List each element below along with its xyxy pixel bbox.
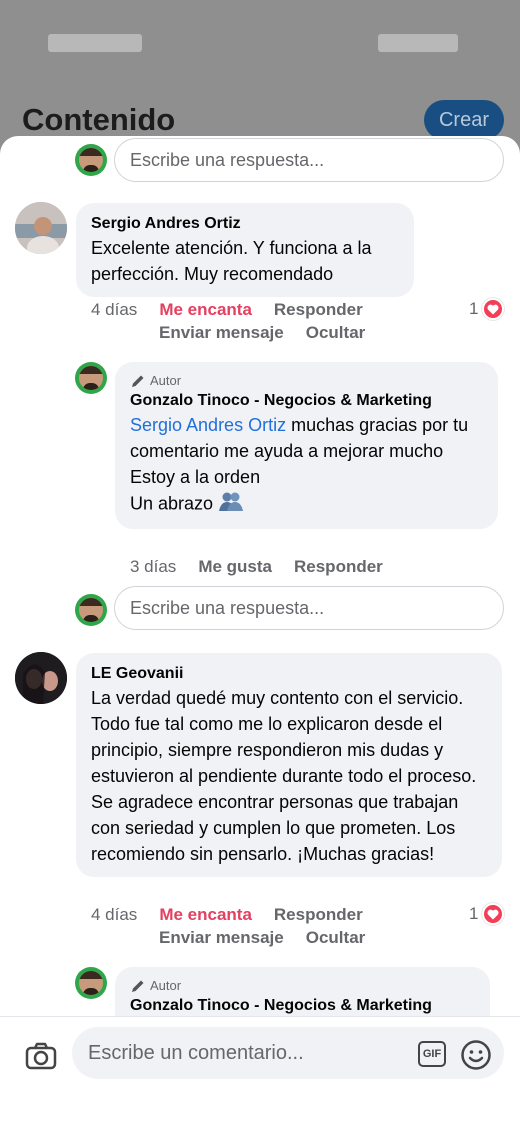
reply-text-line2: Estoy a la orden	[130, 467, 261, 487]
comment-time: 4 días	[91, 905, 138, 924]
author-badge: Autor	[130, 977, 475, 995]
reply-input[interactable]: Escribe una respuesta...	[114, 138, 504, 182]
send-message-button[interactable]: Enviar mensaje	[159, 323, 284, 343]
emoji-icon[interactable]	[460, 1039, 492, 1071]
comment-actions: 4 días Me encanta Responder	[91, 905, 363, 925]
hug-emoji-icon	[218, 490, 244, 519]
comment-actions-secondary: Enviar mensaje Ocultar	[159, 928, 365, 948]
hide-button[interactable]: Ocultar	[306, 928, 366, 948]
reply-button[interactable]: Responder	[274, 300, 363, 320]
reply-actions: 3 días Me gusta Responder	[130, 557, 383, 577]
like-button[interactable]: Me gusta	[198, 557, 272, 577]
comment-author[interactable]: LE Geovanii	[91, 663, 487, 685]
avatar[interactable]	[15, 202, 67, 254]
page-title: Contenido	[22, 102, 176, 137]
camera-icon[interactable]	[24, 1039, 58, 1073]
reaction-count: 1	[469, 904, 479, 923]
comment-author[interactable]: Sergio Andres Ortiz	[91, 213, 399, 235]
comment-actions: 4 días Me encanta Responder	[91, 300, 363, 320]
author-badge-label: Autor	[150, 978, 182, 993]
comment-actions-secondary: Enviar mensaje Ocultar	[159, 323, 365, 343]
hide-button[interactable]: Ocultar	[306, 323, 366, 343]
author-badge: Autor	[130, 372, 483, 390]
reaction-summary[interactable]: 1	[469, 903, 505, 925]
reply-bubble: Autor Gonzalo Tinoco - Negocios & Market…	[115, 362, 498, 529]
love-reaction-button[interactable]: Me encanta	[159, 905, 252, 925]
love-reaction-button[interactable]: Me encanta	[159, 300, 252, 320]
reaction-count: 1	[469, 299, 479, 318]
comment-composer: Escribe un comentario... GIF	[0, 1016, 520, 1130]
reply-time: 3 días	[130, 557, 177, 576]
avatar[interactable]	[75, 967, 107, 999]
send-message-button[interactable]: Enviar mensaje	[159, 928, 284, 948]
comment-text: La verdad quedé muy contento con el serv…	[91, 688, 477, 864]
gif-icon[interactable]: GIF	[418, 1041, 446, 1067]
avatar	[75, 594, 107, 626]
reply-button[interactable]: Responder	[294, 557, 383, 577]
create-button[interactable]: Crear	[424, 100, 504, 140]
mention-link[interactable]: Sergio Andres Ortiz	[130, 415, 286, 435]
comment-bubble: LE Geovanii La verdad quedé muy contento…	[76, 653, 502, 877]
reply-text: Sergio Andres Ortiz muchas gracias por t…	[130, 412, 483, 464]
reply-author[interactable]: Gonzalo Tinoco - Negocios & Marketing	[130, 390, 483, 412]
author-badge-label: Autor	[150, 373, 182, 388]
comments-sheet: Escribe una respuesta... Sergio Andres O…	[0, 136, 520, 1130]
reply-text-line3: Un abrazo	[130, 490, 483, 519]
heart-icon	[482, 903, 505, 925]
avatar	[75, 144, 107, 176]
comment-input-placeholder: Escribe un comentario...	[88, 1041, 304, 1064]
reaction-summary[interactable]: 1	[469, 298, 505, 320]
comment-time: 4 días	[91, 300, 138, 319]
blurred-status-icons	[378, 34, 458, 52]
comment-bubble: Sergio Andres Ortiz Excelente atención. …	[76, 203, 414, 297]
avatar[interactable]	[75, 362, 107, 394]
reply-author[interactable]: Gonzalo Tinoco - Negocios & Marketing	[130, 995, 475, 1017]
pencil-icon	[132, 980, 144, 992]
heart-icon	[482, 298, 505, 320]
blurred-status	[48, 34, 142, 52]
avatar[interactable]	[15, 652, 67, 704]
pencil-icon	[132, 375, 144, 387]
comment-text: Excelente atención. Y funciona a la perf…	[91, 238, 372, 284]
reply-button[interactable]: Responder	[274, 905, 363, 925]
reply-input[interactable]: Escribe una respuesta...	[114, 586, 504, 630]
